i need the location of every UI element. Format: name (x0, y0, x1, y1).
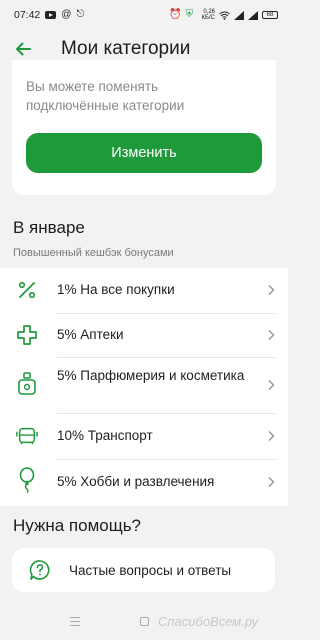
alarm-icon: ⏰ (169, 9, 182, 20)
status-time: 07:42 (14, 9, 41, 21)
section-title-january: В январе (13, 218, 85, 237)
page-title: Мои категории (61, 38, 191, 59)
perfume-icon (16, 372, 38, 395)
bus-icon (16, 425, 38, 447)
battery-icon: 68 (262, 11, 278, 19)
chevron-right-icon (268, 430, 275, 442)
at-icon: @ (61, 9, 72, 20)
question-bubble-icon (29, 560, 50, 580)
menu-icon[interactable] (70, 617, 80, 626)
chevron-right-icon (268, 329, 275, 341)
cross-icon (16, 324, 38, 346)
percent-icon (16, 279, 38, 301)
status-bar: 07:42 @ ⎋ ⏰ ⛨ 0,26 КБ/С 68 (0, 0, 288, 30)
category-label: 10% Транспорт (57, 428, 153, 443)
category-label: 5% Парфюмерия и косметика (57, 368, 245, 383)
signal-icon-2 (248, 10, 258, 20)
wifi-icon (219, 11, 230, 20)
category-row[interactable]: 5% Аптеки (0, 313, 288, 358)
faq-label: Частые вопросы и ответы (69, 562, 232, 578)
category-row[interactable]: 5% Парфюмерия и косметика (0, 358, 288, 413)
chevron-right-icon (268, 379, 275, 391)
home-icon[interactable] (140, 617, 149, 626)
youtube-icon (45, 11, 57, 19)
chevron-right-icon (268, 476, 275, 488)
faq-button[interactable]: Частые вопросы и ответы (12, 548, 275, 592)
headphones-icon: ⎋ (76, 9, 85, 20)
shield-icon: ⛨ (185, 9, 194, 20)
category-label: 1% На все покупки (57, 282, 175, 297)
category-row[interactable]: 10% Транспорт (0, 413, 288, 459)
watermark: СпасибоВсем.ру (158, 614, 259, 629)
system-nav-bar: СпасибоВсем.ру (0, 604, 288, 640)
network-speed: 0,26 КБ/С (201, 9, 215, 21)
category-label: 5% Аптеки (57, 327, 124, 342)
section-title-help: Нужна помощь? (13, 516, 142, 535)
category-list: 1% На все покупки 5% Аптеки 5% Парфюмери… (0, 268, 288, 506)
section-subtitle: Повышенный кешбэк бонусами (13, 247, 174, 259)
balloon-icon (16, 467, 38, 493)
category-row[interactable]: 5% Хобби и развлечения (0, 459, 288, 506)
card-description: Вы можете поменять подключённые категори… (26, 79, 185, 113)
chevron-right-icon (268, 284, 275, 296)
category-label: 5% Хобби и развлечения (57, 474, 215, 489)
change-button[interactable]: Изменить (26, 133, 262, 173)
categories-info-card: Вы можете поменять подключённые категори… (12, 60, 276, 195)
category-row[interactable]: 1% На все покупки (0, 268, 288, 313)
arrow-left-icon (16, 42, 31, 56)
signal-icon (234, 10, 244, 20)
